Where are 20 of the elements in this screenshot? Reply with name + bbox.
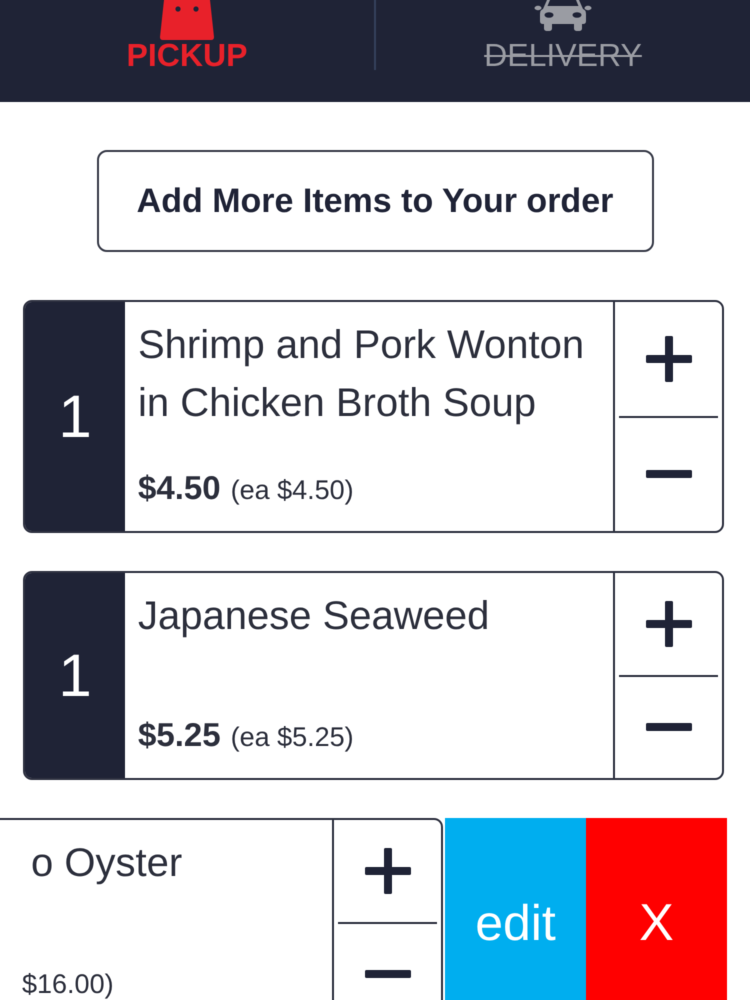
unit-price: (ea $4.50): [230, 474, 354, 507]
unit-price: $16.00): [22, 968, 114, 1000]
edit-button[interactable]: edit: [445, 818, 586, 1000]
minus-icon: [646, 723, 692, 732]
quantity: 1: [25, 302, 125, 531]
item-name: Shrimp and Pork Wonton in Chicken Broth Soup: [138, 322, 586, 427]
plus-icon: [646, 336, 692, 382]
item-price: $5.25: [138, 715, 221, 755]
add-more-items-button[interactable]: Add More Items to Your order: [96, 150, 654, 252]
delete-button[interactable]: X: [586, 818, 727, 1000]
plus-icon: [364, 848, 410, 894]
minus-icon: [646, 470, 692, 478]
order-type-tab[interactable]: PICKUP: [0, 0, 374, 73]
item-price: $4.50: [138, 468, 221, 508]
plus-icon: [646, 600, 692, 647]
item-name: o Oyster: [30, 840, 184, 887]
quantity: 1: [25, 573, 125, 778]
item-name: Japanese Seaweed: [138, 593, 490, 640]
unit-price: (ea $5.25): [230, 721, 354, 754]
minus-icon: [364, 970, 410, 978]
